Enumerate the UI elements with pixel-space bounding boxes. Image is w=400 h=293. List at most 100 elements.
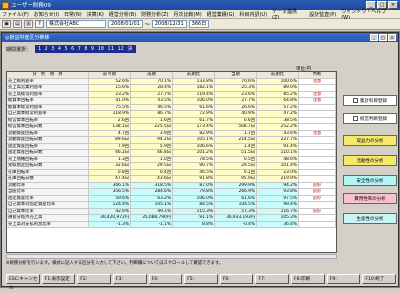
function-key-button[interactable]: F3: <box>112 274 147 284</box>
table-cell <box>299 176 336 182</box>
table-cell: 27.7% <box>131 91 173 97</box>
table-cell: 4.7回 <box>89 130 131 136</box>
table-cell: 良好 <box>299 208 336 214</box>
table-cell: 36.4% <box>257 221 299 227</box>
side-button-label: 安全性の分析 <box>356 178 384 184</box>
function-key-button[interactable]: F9: <box>326 274 361 284</box>
table-cell: 568.7日 <box>215 124 257 130</box>
menu-item[interactable]: 日常(N) <box>64 11 82 18</box>
table-cell: 流動資産回転率 <box>7 130 89 136</box>
table-cell: 101.4% <box>257 163 299 169</box>
table-cell: 27.7% <box>215 98 257 104</box>
table-cell: 固定資産回転率 <box>7 143 89 149</box>
side-button[interactable]: 安全性の分析 <box>343 175 397 186</box>
table-cell <box>299 124 336 130</box>
period-month-bar[interactable]: 1 2 3 4 5 6 7 8 9 10 11 12 決 <box>35 45 136 53</box>
table-cell: 356.5% <box>89 189 131 195</box>
table-cell <box>299 169 336 175</box>
table-cell <box>299 137 336 143</box>
function-key-button[interactable]: F10:終了 <box>362 274 397 284</box>
table-cell: 売上総利益率 <box>7 78 89 84</box>
menu-item[interactable]: 財務分析(Z) <box>141 11 168 18</box>
table-cell: 366.1% <box>89 182 131 188</box>
table-cell: 118.9% <box>89 111 131 117</box>
table-cell: 0.1回 <box>215 169 257 175</box>
table-cell: 23.0% <box>257 169 299 175</box>
table-cell <box>299 221 336 227</box>
table-row[interactable]: 売上高対支払利息比率 -1.3% -1.1% 8.8% -0.4% 36.4% <box>7 221 336 228</box>
table-cell: 124.4% <box>89 202 131 208</box>
table-cell: 94.2% <box>257 182 299 188</box>
function-key-button[interactable]: ESC:キャンセル <box>6 274 40 291</box>
table-cell: 35,088,790円 <box>131 215 173 221</box>
document-icon <box>353 116 358 121</box>
table-cell <box>299 150 336 156</box>
table-cell: 40.9% <box>215 111 257 117</box>
side-button[interactable]: 費用性率の分析 <box>343 193 397 204</box>
table-cell: 105.3% <box>257 215 299 221</box>
table-cell <box>299 104 336 110</box>
column-header: 前期 <box>131 72 173 78</box>
table-cell: 良好 <box>299 195 336 201</box>
table-cell: 46.2日 <box>89 150 131 156</box>
table-cell: 91.4% <box>257 143 299 149</box>
menu-item[interactable]: 月次比較(M) <box>173 11 201 18</box>
side-button[interactable]: 生産性の分析 <box>343 213 397 224</box>
function-key-button[interactable]: F7: <box>255 274 290 284</box>
function-key-bar: ESC:キャンセル F1:表示設定 F2: F3: F4: F5: F6: F7: F8:印刷 F… <box>6 274 397 291</box>
table-cell: 1.4回 <box>215 143 257 149</box>
menu-item[interactable]: ファイル(F) <box>2 11 29 18</box>
menu-item[interactable]: 経営分析(B) <box>109 11 136 18</box>
table-cell: 41.0% <box>89 98 131 104</box>
side-button[interactable]: 収益力の分析 <box>343 135 397 146</box>
period-separator: ～ <box>144 21 150 28</box>
function-key-button[interactable]: F6: <box>219 274 254 284</box>
table-cell <box>299 202 336 208</box>
open-icon[interactable]: ▣ <box>2 20 11 28</box>
table-cell: 42.6% <box>89 208 131 214</box>
table-cell: 133.8% <box>173 78 215 84</box>
menu-item[interactable]: 経営業績(G) <box>207 11 235 18</box>
table-cell: 82.9% <box>173 130 215 136</box>
side-button[interactable]: 経営判断登録 <box>343 113 397 124</box>
table-cell: 0.6回 <box>215 117 257 123</box>
table-cell: 57.3% <box>215 208 257 214</box>
table-cell: 110.1% <box>257 150 299 156</box>
side-button[interactable]: 活動性の分析 <box>343 155 397 166</box>
table-cell: 182.1% <box>173 85 215 91</box>
menu-item[interactable]: 決算(K) <box>87 11 104 18</box>
table-cell: 70.1% <box>131 78 173 84</box>
help-icon[interactable]: ? <box>35 20 44 28</box>
function-key-button[interactable]: F4: <box>148 274 183 284</box>
table-cell: -1.1% <box>131 221 173 227</box>
menu-item[interactable]: 設計監査(P) <box>309 11 336 18</box>
table-cell: 自己資本経常利益率 <box>7 111 89 117</box>
document-icon <box>353 98 358 103</box>
company-select[interactable]: 株式会社ABC <box>46 20 106 28</box>
table-cell: 49.1% <box>131 208 173 214</box>
menu-item[interactable]: お知らせ(I) <box>34 11 59 18</box>
child-minimize-button[interactable]: _ <box>370 34 378 41</box>
table-cell: 固定資産回転日数 <box>7 150 89 156</box>
table-cell: 28.4% <box>131 85 173 91</box>
table-cell: 8.8% <box>173 221 215 227</box>
horizontal-scrollbar[interactable] <box>6 254 337 259</box>
child-maximize-button[interactable]: □ <box>379 34 387 41</box>
function-key-button[interactable]: F8:印刷 <box>291 274 325 284</box>
period-to: 2008/12/31 <box>151 20 187 28</box>
print-icon[interactable]: ▥ <box>24 20 33 28</box>
child-close-button[interactable]: × <box>388 34 396 41</box>
menu-item[interactable]: 科目内訳(U) <box>239 11 267 18</box>
function-key-button[interactable]: F5: <box>184 274 218 284</box>
side-button-label: 収益力の分析 <box>356 138 384 144</box>
table-cell: 1.6回 <box>131 117 173 123</box>
table-cell: 1.3回 <box>89 156 131 162</box>
table-cell: 0.5回 <box>215 156 257 162</box>
function-key-button[interactable]: F2: <box>77 274 111 284</box>
function-key-button[interactable]: F1:表示設定 <box>41 274 76 284</box>
save-icon[interactable]: ▤ <box>13 20 22 28</box>
side-button-label: 費用性率の分析 <box>354 196 386 202</box>
side-button[interactable]: 集計科目登録 <box>343 95 397 106</box>
table-cell: 売上高営業利益率 <box>7 85 89 91</box>
table-cell: 252.2% <box>257 124 299 130</box>
